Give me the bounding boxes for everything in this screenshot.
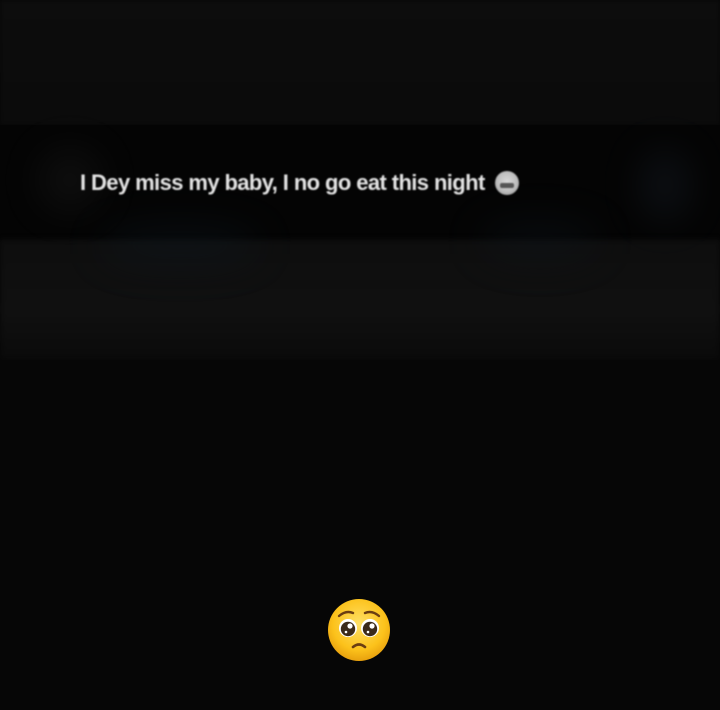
background-blur xyxy=(480,220,600,260)
pleading-face-icon xyxy=(328,599,390,661)
background-blur xyxy=(100,225,260,265)
background-mid xyxy=(0,240,720,360)
video-frame: I Dey miss my baby, I no go eat this nig… xyxy=(0,0,720,710)
grimacing-face-icon xyxy=(494,171,519,195)
caption-label: I Dey miss my baby, I no go eat this nig… xyxy=(80,170,485,195)
background-top xyxy=(0,0,720,125)
background-blur xyxy=(640,150,690,220)
caption-text: I Dey miss my baby, I no go eat this nig… xyxy=(80,165,640,201)
